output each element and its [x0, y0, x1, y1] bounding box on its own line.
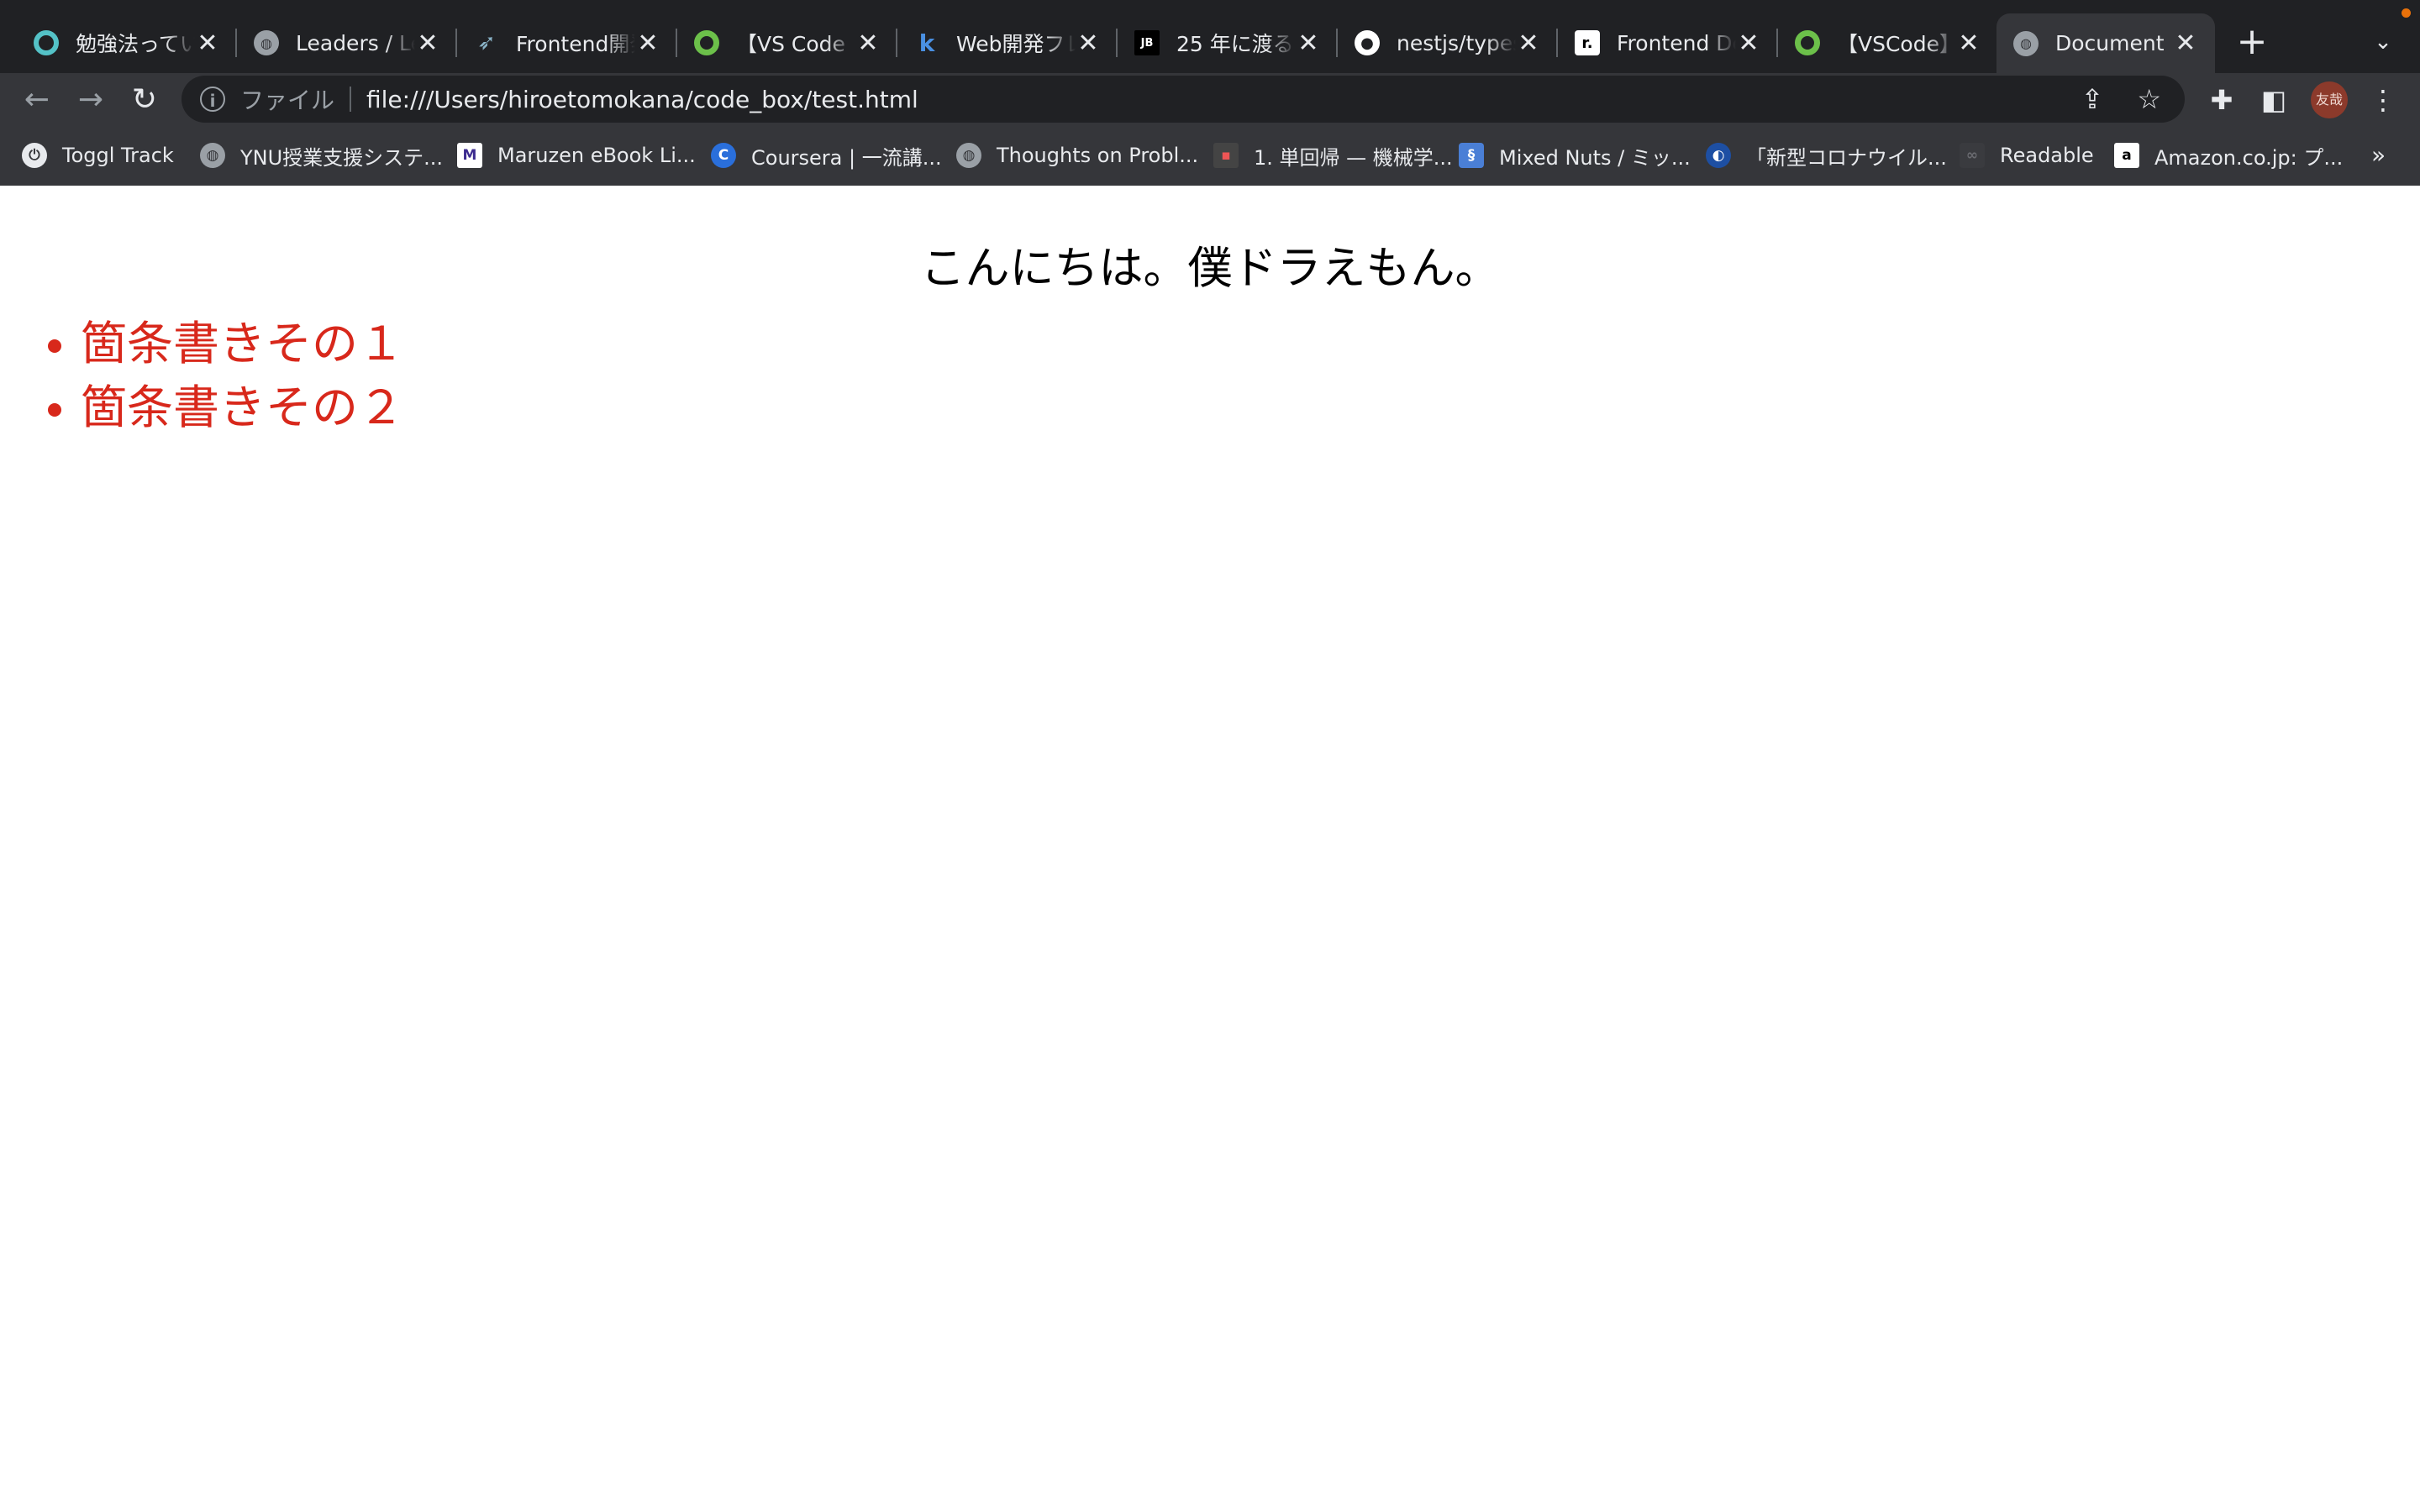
notification-dot [2402, 8, 2411, 18]
bookmark-label: Coursera | 一流講... [751, 145, 942, 170]
close-icon[interactable]: ✕ [1516, 29, 1541, 58]
tab-title: Frontend De [1617, 30, 1736, 55]
green-circle-icon [1795, 30, 1820, 55]
bookmark-label: Maruzen eBook Li... [497, 144, 696, 167]
bookmarks-bar: ⏻ Toggl Track ◍ YNU授業支援システ... M Maruzen … [0, 125, 2420, 186]
reload-icon[interactable]: ↻ [128, 83, 161, 117]
page-content: こんにちは。僕ドラえもん。 箇条書きその１ 箇条書きその２ [0, 186, 2420, 1512]
forward-arrow-icon[interactable]: → [74, 83, 108, 117]
power-icon: ⏻ [22, 143, 47, 168]
tab-title: Leaders / Le [296, 30, 415, 55]
url-text[interactable]: file:///Users/hiroetomokana/code_box/tes… [366, 86, 918, 113]
tab-title: 勉強法ってい [76, 32, 195, 56]
tab-5[interactable]: k Web開発フレ ✕ [897, 15, 1118, 71]
tab-title: 25 年に渡る [1176, 32, 1294, 56]
close-icon[interactable]: ✕ [195, 29, 220, 58]
close-icon[interactable]: ✕ [635, 29, 660, 58]
bookmark-label: 「新型コロナウイル... [1746, 145, 1947, 170]
tab-title: Frontend開発 [516, 32, 635, 56]
globe-icon: ◍ [2013, 30, 2039, 56]
tab-8[interactable]: r. Frontend De ✕ [1558, 15, 1778, 71]
bookmark-item[interactable]: ▪ 1. 単回帰 — 機械学... [1213, 137, 1453, 174]
green-circle-icon [694, 30, 719, 55]
close-icon[interactable]: ✕ [1076, 29, 1101, 58]
bookmark-item[interactable]: C Coursera | 一流講... [711, 137, 942, 174]
list-item: 箇条書きその２ [0, 375, 404, 439]
globe-icon: ◍ [254, 30, 279, 55]
page-heading: こんにちは。僕ドラえもん。 [920, 243, 1500, 294]
bookmark-label: Amazon.co.jp: プ... [2154, 145, 2344, 170]
close-icon[interactable]: ✕ [2173, 29, 2198, 58]
bookmark-item[interactable]: ◐ 「新型コロナウイル... [1706, 137, 1947, 174]
toggl-circle-icon [34, 30, 59, 55]
bookmark-item[interactable]: ⏻ Toggl Track [22, 137, 174, 174]
tab-3[interactable]: ➶ Frontend開発 ✕ [457, 15, 677, 71]
bookmark-item[interactable]: ◍ Thoughts on Probl... [956, 137, 1198, 174]
bullet-list: 箇条書きその１ 箇条書きその２ [0, 312, 404, 439]
bookmark-item[interactable]: ◍ YNU授業支援システ... [200, 137, 443, 174]
info-icon[interactable]: i [200, 87, 225, 112]
globe-icon: ◍ [956, 143, 981, 168]
divider [350, 87, 352, 112]
k-logo-icon: k [918, 29, 935, 57]
news-globe-icon: ◐ [1706, 143, 1731, 168]
close-icon[interactable]: ✕ [1736, 29, 1761, 58]
extensions-puzzle-icon[interactable]: ✚ [2203, 81, 2240, 118]
new-tab-button[interactable]: + [2233, 20, 2270, 64]
jetbrains-icon: JB [1134, 30, 1160, 55]
tab-title: Web開発フレ [956, 32, 1076, 56]
avatar[interactable]: 友哉 [2311, 81, 2348, 118]
menu-kebab-icon[interactable]: ⋮ [2365, 81, 2402, 118]
close-icon[interactable]: ✕ [855, 29, 881, 58]
tab-9[interactable]: 【VSCode】 ✕ [1778, 15, 1998, 71]
amazon-icon: a [2114, 143, 2139, 168]
close-icon[interactable]: ✕ [1296, 29, 1321, 58]
tab-6[interactable]: JB 25 年に渡る ✕ [1118, 15, 1338, 71]
close-icon[interactable]: ✕ [1956, 29, 1981, 58]
bookmark-item[interactable]: M Maruzen eBook Li... [457, 137, 696, 174]
tab-title: 【VS Code [736, 32, 845, 56]
bookmark-label: Toggl Track [62, 144, 174, 167]
bookmark-label: YNU授業支援システ... [240, 145, 444, 170]
tab-7[interactable]: ● nestjs/types ✕ [1338, 15, 1558, 71]
list-item: 箇条書きその１ [0, 312, 404, 375]
globe-icon: ◍ [200, 143, 225, 168]
bird-icon: ➶ [477, 30, 496, 55]
tab-strip: 勉強法ってい ✕ ◍ Leaders / Le ✕ ➶ Frontend開発 ✕… [0, 0, 2420, 73]
tab-2[interactable]: ◍ Leaders / Le ✕ [237, 15, 457, 71]
maruzen-m-icon: M [457, 143, 482, 168]
bookmarks-overflow-button[interactable]: » [2371, 137, 2386, 174]
coursera-c-icon: C [711, 143, 736, 168]
side-panel-icon[interactable]: ◧ [2255, 81, 2292, 118]
bookmark-label: Mixed Nuts / ミッ... [1499, 145, 1691, 170]
close-icon[interactable]: ✕ [415, 29, 440, 58]
readable-icon: ∞ [1960, 143, 1985, 168]
mixed-nuts-icon: § [1459, 143, 1484, 168]
tab-title: 【VSCode】 [1837, 32, 1956, 56]
back-arrow-icon[interactable]: ← [20, 83, 54, 117]
address-bar[interactable]: i ファイル file:///Users/hiroetomokana/code_… [182, 76, 2185, 123]
star-icon[interactable]: ☆ [2137, 83, 2161, 115]
github-icon: ● [1355, 30, 1380, 55]
tab-1[interactable]: 勉強法ってい ✕ [17, 15, 237, 71]
tab-search-chevron-icon[interactable]: ⌄ [2366, 24, 2400, 60]
scheme-label: ファイル [240, 87, 335, 114]
bookmark-label: Thoughts on Probl... [997, 144, 1199, 167]
tab-4[interactable]: 【VS Code ✕ [677, 15, 897, 71]
bookmark-item[interactable]: § Mixed Nuts / ミッ... [1459, 137, 1691, 174]
bookmark-label: 1. 単回帰 — 機械学... [1254, 145, 1453, 170]
r-logo-icon: r. [1575, 30, 1600, 55]
bookmark-label: Readable [2000, 144, 2094, 167]
bookmark-item[interactable]: a Amazon.co.jp: プ... [2114, 137, 2343, 174]
ml-book-icon: ▪ [1213, 143, 1239, 168]
tab-document-active[interactable]: ◍ Document ✕ [1996, 13, 2215, 73]
tab-title: nestjs/types [1397, 30, 1516, 55]
share-icon[interactable]: ⇪ [2081, 83, 2104, 115]
toolbar: ← → ↻ i ファイル file:///Users/hiroetomokana… [0, 73, 2420, 125]
tab-title: Document [2055, 31, 2165, 55]
browser-chrome: 勉強法ってい ✕ ◍ Leaders / Le ✕ ➶ Frontend開発 ✕… [0, 0, 2420, 186]
bookmark-item[interactable]: ∞ Readable [1960, 137, 2094, 174]
